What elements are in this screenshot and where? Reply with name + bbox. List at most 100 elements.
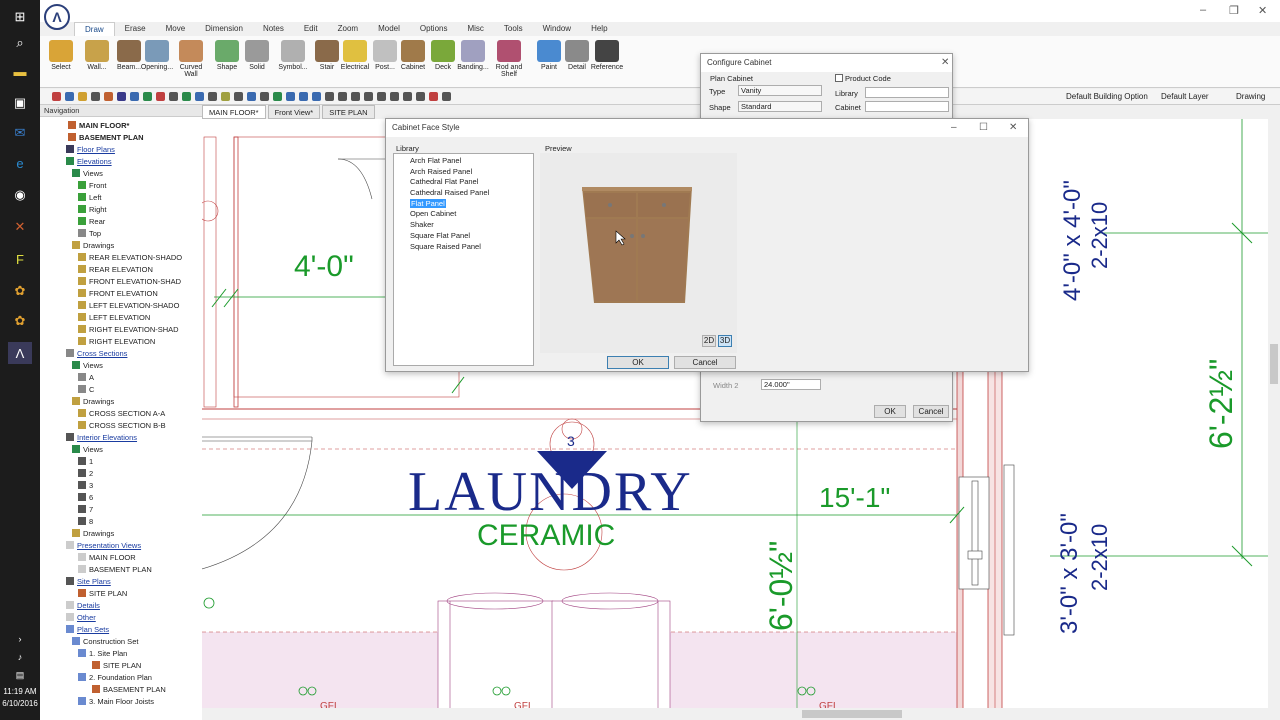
face-style-item[interactable]: Arch Raised Panel	[394, 167, 533, 178]
nav-item[interactable]: FRONT ELEVATION-SHAD	[78, 276, 181, 288]
nav-item[interactable]: 3	[78, 480, 93, 492]
ribbon-wall-button[interactable]: Wall...	[80, 40, 114, 86]
nav-item[interactable]: Interior Elevations	[66, 432, 137, 444]
quick-tool-icon[interactable]	[247, 92, 256, 101]
nav-item[interactable]: Site Plans	[66, 576, 111, 588]
nav-item[interactable]: Left	[78, 192, 102, 204]
ribbon-rod-and-shelf-button[interactable]: Rod and Shelf	[492, 40, 526, 86]
flower-app-2-icon[interactable]: ✿	[8, 310, 32, 332]
ribbon-select-button[interactable]: Select	[44, 40, 78, 86]
quick-tool-icon[interactable]	[442, 92, 451, 101]
type-select[interactable]: Vanity	[738, 85, 822, 96]
h-scroll-thumb[interactable]	[802, 710, 902, 718]
nav-item[interactable]: CROSS SECTION B-B	[78, 420, 166, 432]
quick-tool-icon[interactable]	[364, 92, 373, 101]
quick-tool-icon[interactable]	[351, 92, 360, 101]
nav-item[interactable]: 1	[78, 456, 93, 468]
configure-ok-button[interactable]: OK	[874, 405, 906, 418]
quick-tool-icon[interactable]	[312, 92, 321, 101]
nav-item[interactable]: 7	[78, 504, 93, 516]
nav-item[interactable]: Cross Sections	[66, 348, 127, 360]
quick-tool-icon[interactable]	[221, 92, 230, 101]
quick-tool-icon[interactable]	[429, 92, 438, 101]
menu-notes[interactable]: Notes	[253, 22, 294, 36]
menu-zoom[interactable]: Zoom	[328, 22, 368, 36]
menu-erase[interactable]: Erase	[115, 22, 156, 36]
nav-item[interactable]: CROSS SECTION A-A	[78, 408, 165, 420]
nav-item[interactable]: LEFT ELEVATION	[78, 312, 150, 324]
quick-tool-icon[interactable]	[143, 92, 152, 101]
ribbon-detail-button[interactable]: Detail	[560, 40, 594, 86]
menu-window[interactable]: Window	[533, 22, 581, 36]
maximize-icon[interactable]: ☐	[979, 122, 988, 133]
face-style-item[interactable]: Flat Panel	[394, 198, 533, 210]
quick-tool-icon[interactable]	[299, 92, 308, 101]
nav-item[interactable]: Drawings	[72, 528, 114, 540]
quick-tool-icon[interactable]	[273, 92, 282, 101]
horizontal-scrollbar[interactable]	[202, 708, 1280, 720]
nav-item[interactable]: A	[78, 372, 94, 384]
ribbon-opening-button[interactable]: Opening...	[140, 40, 174, 86]
nav-item[interactable]: Right	[78, 204, 107, 216]
quick-tool-icon[interactable]	[52, 92, 61, 101]
nav-item[interactable]: BASEMENT PLAN	[92, 684, 166, 696]
view-2d-button[interactable]: 2D	[702, 335, 716, 347]
quick-tool-icon[interactable]	[416, 92, 425, 101]
clock[interactable]: 11:19 AM 6/10/2016	[0, 686, 40, 710]
nav-item[interactable]: C	[78, 384, 94, 396]
library-field[interactable]	[865, 87, 949, 98]
close-icon[interactable]: ✕	[1258, 4, 1267, 17]
face-style-item[interactable]: Open Cabinet	[394, 209, 533, 220]
minimize-icon[interactable]: –	[1200, 4, 1206, 16]
quick-tool-icon[interactable]	[286, 92, 295, 101]
face-style-item[interactable]: Square Flat Panel	[394, 231, 533, 242]
menu-help[interactable]: Help	[581, 22, 617, 36]
nav-item[interactable]: Drawings	[72, 240, 114, 252]
layer-select[interactable]: Default Layer	[1161, 89, 1209, 105]
edge-icon[interactable]: e	[8, 152, 32, 174]
nav-item[interactable]: FRONT ELEVATION	[78, 288, 158, 300]
quick-tool-icon[interactable]	[117, 92, 126, 101]
face-style-item[interactable]: Shaker	[394, 220, 533, 231]
font-app-icon[interactable]: F	[8, 248, 32, 270]
quick-tool-icon[interactable]	[325, 92, 334, 101]
nav-item[interactable]: Rear	[78, 216, 105, 228]
nav-item[interactable]: 1. Site Plan	[78, 648, 127, 660]
quick-tool-icon[interactable]	[104, 92, 113, 101]
face-style-item[interactable]: Cathedral Raised Panel	[394, 188, 533, 199]
face-style-ok-button[interactable]: OK	[607, 356, 669, 369]
store-icon[interactable]: ▣	[8, 92, 32, 114]
quick-tool-icon[interactable]	[260, 92, 269, 101]
ribbon-electrical-button[interactable]: Electrical	[338, 40, 372, 86]
quick-tool-icon[interactable]	[169, 92, 178, 101]
nav-item[interactable]: SITE PLAN	[78, 588, 127, 600]
nav-item[interactable]: 2	[78, 468, 93, 480]
face-style-item[interactable]: Square Raised Panel	[394, 242, 533, 253]
width2-field[interactable]: 24.000"	[761, 379, 821, 390]
nav-item[interactable]: Views	[72, 360, 103, 372]
nav-item[interactable]: LEFT ELEVATION-SHADO	[78, 300, 179, 312]
quick-tool-icon[interactable]	[65, 92, 74, 101]
minimize-icon[interactable]: –	[951, 122, 957, 133]
menu-misc[interactable]: Misc	[457, 22, 493, 36]
quick-tool-icon[interactable]	[78, 92, 87, 101]
ribbon-banding-button[interactable]: Banding...	[456, 40, 490, 86]
building-option-select[interactable]: Default Building Option	[1066, 89, 1148, 105]
ribbon-reference-button[interactable]: Reference	[590, 40, 624, 86]
ribbon-symbol-button[interactable]: Symbol...	[276, 40, 310, 86]
menu-tools[interactable]: Tools	[494, 22, 533, 36]
nav-item[interactable]: Details	[66, 600, 100, 612]
notification-icon[interactable]: ▤	[8, 664, 32, 686]
nav-item[interactable]: 2. Foundation Plan	[78, 672, 152, 684]
nav-item[interactable]: Plan Sets	[66, 624, 109, 636]
search-icon[interactable]: ⌕	[8, 32, 32, 54]
ribbon-cabinet-button[interactable]: Cabinet	[396, 40, 430, 86]
file-explorer-icon[interactable]: ▬	[8, 60, 32, 82]
outlook-icon[interactable]: ✉	[8, 122, 32, 144]
face-style-cancel-button[interactable]: Cancel	[674, 356, 736, 369]
restore-icon[interactable]: ❐	[1229, 4, 1239, 17]
nav-item[interactable]: Other	[66, 612, 96, 624]
tools-icon[interactable]: ✕	[8, 216, 32, 238]
nav-item[interactable]: 8	[78, 516, 93, 528]
nav-item[interactable]: Views	[72, 168, 103, 180]
